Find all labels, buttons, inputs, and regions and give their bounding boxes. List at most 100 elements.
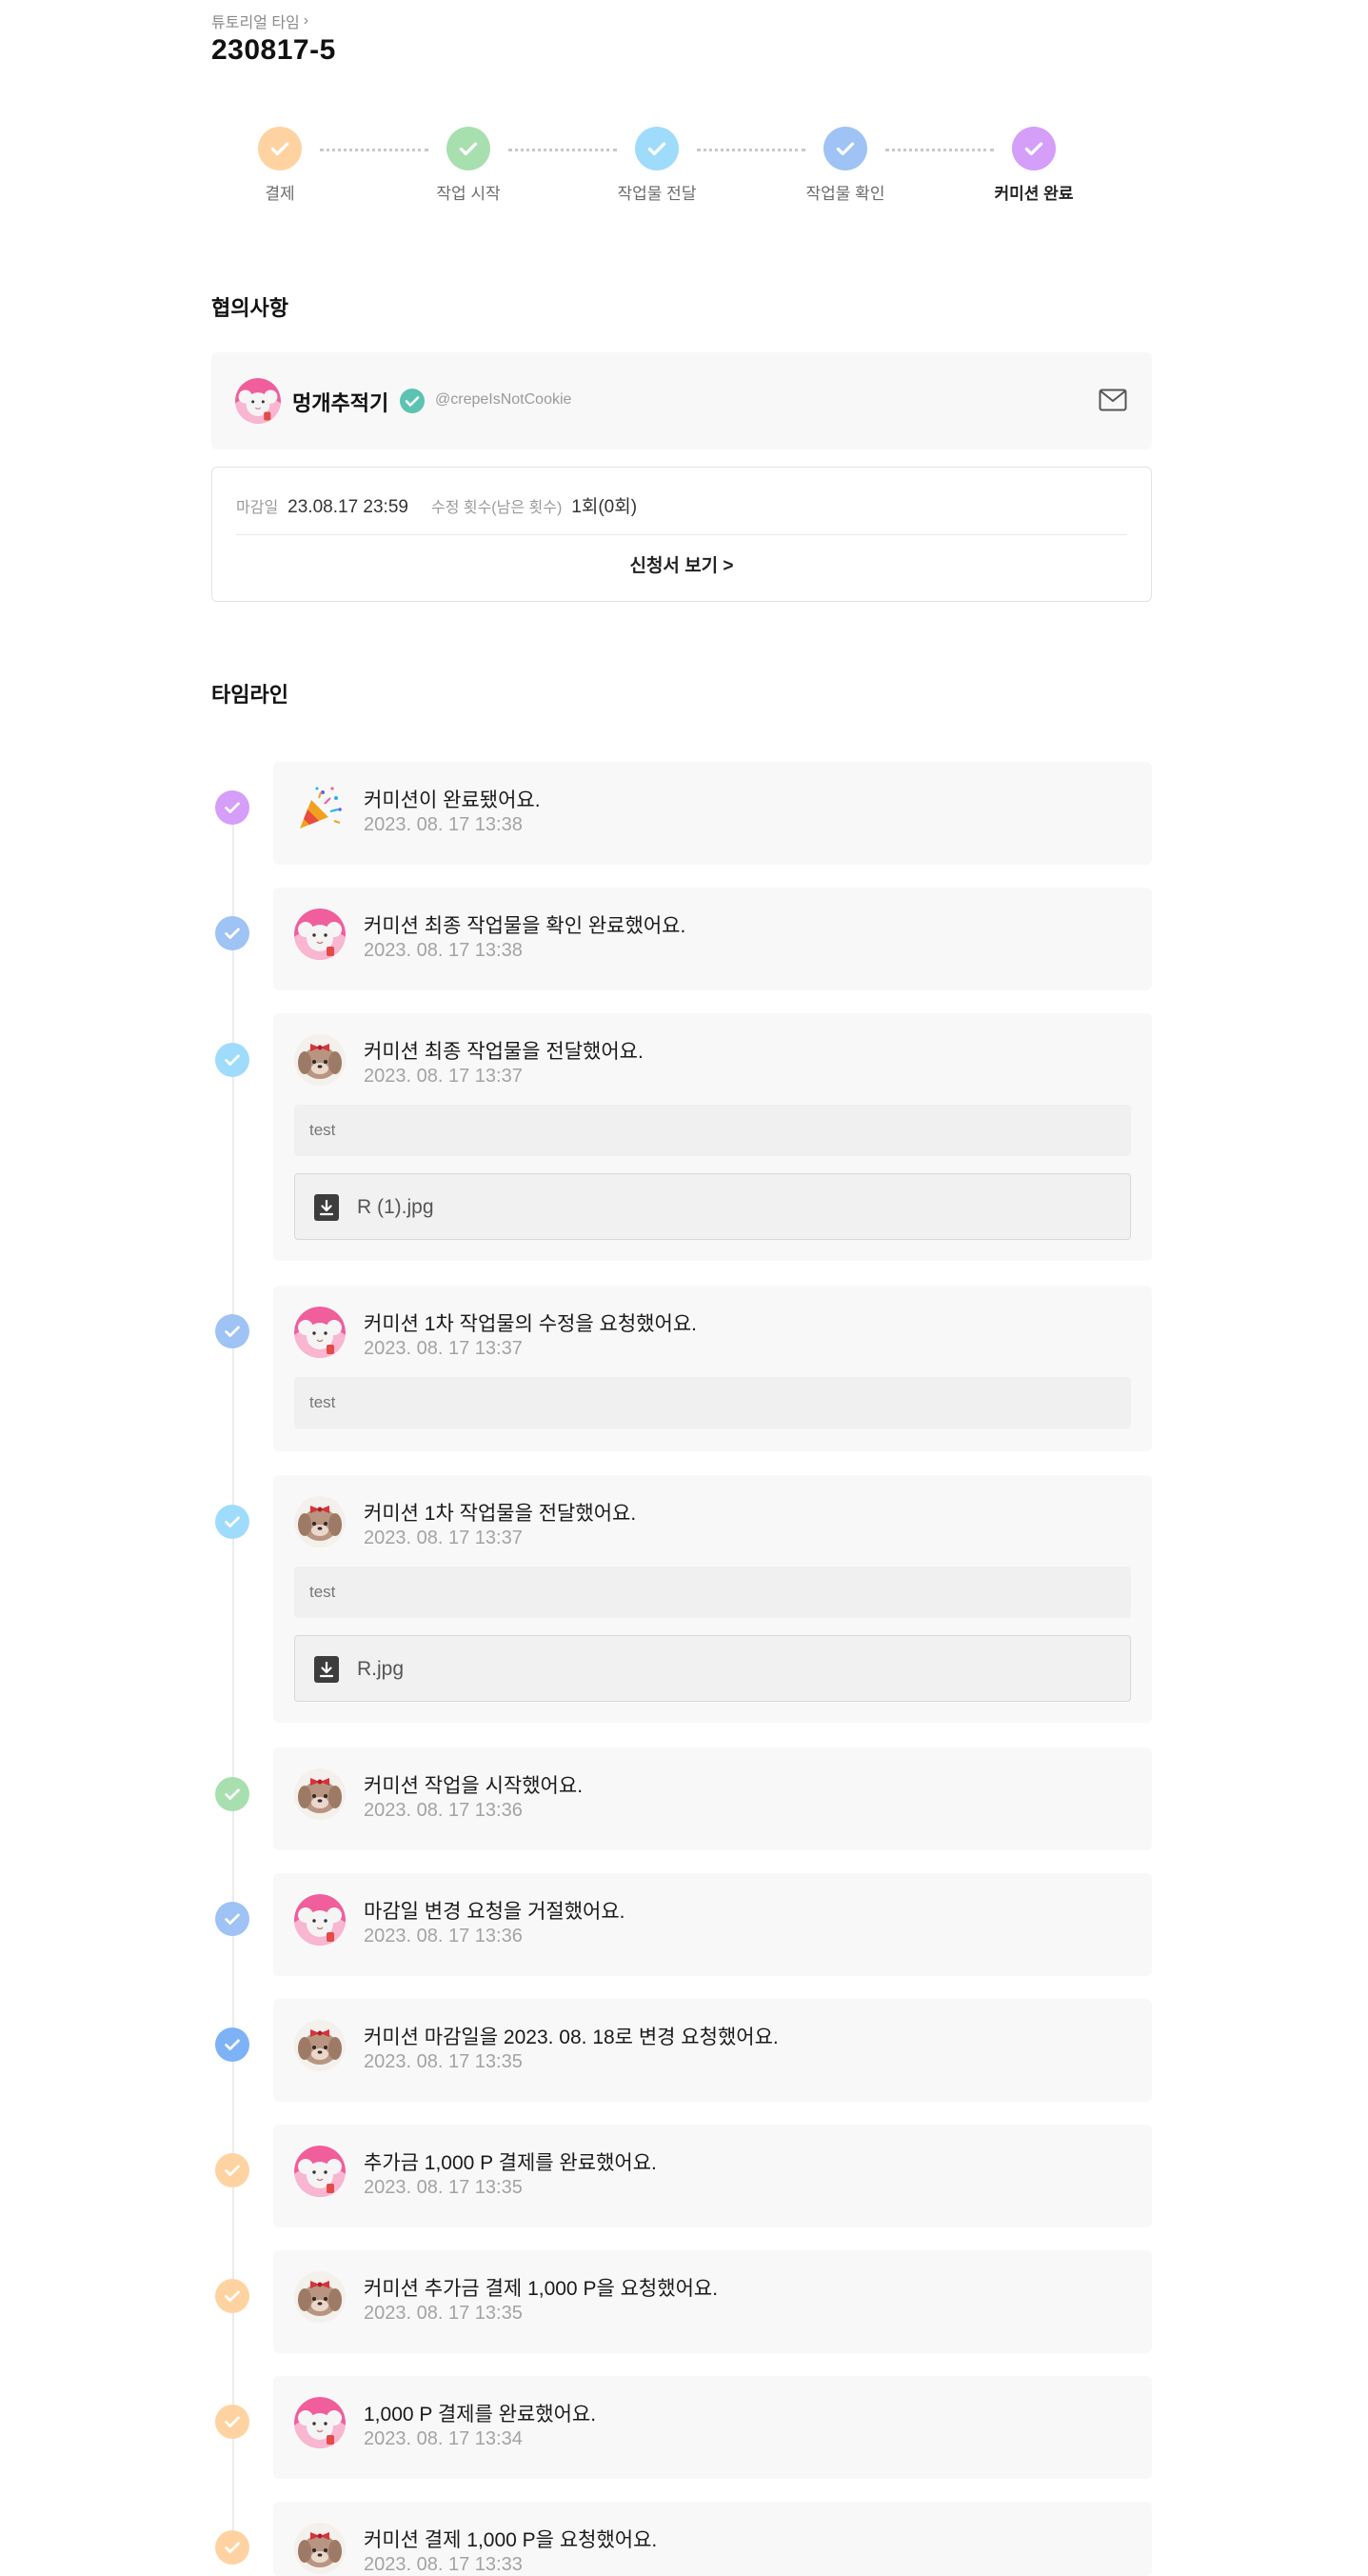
event-title: 1,000 P 결제를 완료했어요. bbox=[364, 2404, 597, 2426]
artist-avatar bbox=[294, 2523, 346, 2574]
event-title: 커미션 작업을 시작했어요. bbox=[364, 1775, 584, 1797]
timeline-event: 커미션 추가금 결제 1,000 P을 요청했어요. 2023. 08. 17 … bbox=[273, 2250, 1152, 2353]
party-popper-icon bbox=[294, 783, 346, 834]
artist-card: 멍개추적기 @crepeIsNotCookie bbox=[211, 352, 1152, 449]
view-application-link[interactable]: 신청서 보기 > bbox=[212, 551, 1151, 577]
deadline-key: 마감일 bbox=[236, 500, 279, 516]
event-time: 2023. 08. 17 13:35 bbox=[364, 2177, 523, 2198]
event-title: 커미션 마감일을 2023. 08. 18로 변경 요청했어요. bbox=[364, 2027, 779, 2048]
step-label: 작업 시작 bbox=[436, 185, 501, 203]
client-avatar bbox=[294, 909, 346, 960]
step-label: 커미션 완료 bbox=[994, 185, 1074, 203]
artist-avatar bbox=[294, 1496, 346, 1548]
timeline-event: 커미션 최종 작업물을 전달했어요. 2023. 08. 17 13:37 te… bbox=[273, 1013, 1152, 1261]
event-time: 2023. 08. 17 13:35 bbox=[364, 2051, 523, 2072]
page-title: 230817-5 bbox=[211, 34, 336, 66]
timeline-check-icon bbox=[215, 1902, 249, 1936]
event-time: 2023. 08. 17 13:35 bbox=[364, 2303, 523, 2324]
event-title: 마감일 변경 요청을 거절했어요. bbox=[364, 1901, 625, 1923]
client-avatar bbox=[294, 2397, 346, 2448]
timeline-event: 커미션 1차 작업물을 전달했어요. 2023. 08. 17 13:37 te… bbox=[273, 1475, 1152, 1723]
event-note: test bbox=[294, 1567, 1131, 1618]
event-time: 2023. 08. 17 13:34 bbox=[364, 2428, 523, 2449]
timeline-check-icon bbox=[215, 2153, 249, 2187]
agreement-info-card: 마감일 23.08.17 23:59 수정 횟수(남은 횟수) 1회(0회) 신… bbox=[211, 467, 1152, 602]
file-name: R.jpg bbox=[357, 1658, 405, 1680]
check-badge-icon bbox=[400, 389, 425, 413]
timeline-check-icon bbox=[215, 790, 249, 825]
step-delivery: 작업물 전달 bbox=[600, 127, 714, 204]
file-attachment[interactable]: R (1).jpg bbox=[294, 1173, 1131, 1240]
step-label: 작업물 확인 bbox=[805, 185, 885, 203]
timeline-check-icon bbox=[215, 916, 249, 950]
event-title: 커미션이 완료됐어요. bbox=[364, 789, 541, 811]
event-time: 2023. 08. 17 13:36 bbox=[364, 1800, 523, 1821]
download-icon bbox=[314, 1194, 339, 1221]
artist-avatar bbox=[294, 2020, 346, 2071]
mail-icon[interactable] bbox=[1099, 389, 1127, 411]
timeline-check-icon bbox=[215, 2279, 249, 2313]
timeline-event: 1,000 P 결제를 완료했어요. 2023. 08. 17 13:34 bbox=[273, 2376, 1152, 2479]
step-check-icon bbox=[635, 127, 679, 170]
step-complete: 커미션 완료 bbox=[977, 127, 1091, 204]
event-title: 추가금 1,000 P 결제를 완료했어요. bbox=[364, 2152, 657, 2174]
timeline-section-title: 타임라인 bbox=[211, 683, 288, 707]
breadcrumb[interactable]: 튜토리얼 타임 › bbox=[211, 10, 308, 32]
revisions-value: 1회(0회) bbox=[571, 497, 638, 517]
download-icon bbox=[314, 1656, 339, 1683]
step-check-icon bbox=[823, 127, 867, 170]
file-name: R (1).jpg bbox=[357, 1196, 434, 1218]
divider bbox=[236, 534, 1127, 535]
timeline-event: 커미션이 완료됐어요. 2023. 08. 17 13:38 bbox=[273, 762, 1152, 865]
step-label: 결제 bbox=[265, 185, 295, 203]
event-title: 커미션 1차 작업물의 수정을 요청했어요. bbox=[364, 1313, 697, 1335]
event-time: 2023. 08. 17 13:37 bbox=[364, 1338, 523, 1359]
step-review: 작업물 확인 bbox=[788, 127, 902, 204]
client-avatar bbox=[294, 2146, 346, 2197]
artist-handle: @crepeIsNotCookie bbox=[435, 391, 572, 408]
timeline-event: 마감일 변경 요청을 거절했어요. 2023. 08. 17 13:36 bbox=[273, 1873, 1152, 1976]
timeline-check-icon bbox=[215, 2027, 249, 2062]
event-time: 2023. 08. 17 13:36 bbox=[364, 1926, 523, 1947]
event-time: 2023. 08. 17 13:38 bbox=[364, 814, 523, 835]
step-check-icon bbox=[258, 127, 302, 170]
event-title: 커미션 결제 1,000 P을 요청했어요. bbox=[364, 2529, 658, 2551]
agreement-section-title: 협의사항 bbox=[211, 296, 288, 320]
timeline-event: 커미션 결제 1,000 P을 요청했어요. 2023. 08. 17 13:3… bbox=[273, 2502, 1152, 2576]
step-label: 작업물 전달 bbox=[617, 185, 697, 203]
artist-avatar bbox=[294, 2271, 346, 2323]
timeline-event: 추가금 1,000 P 결제를 완료했어요. 2023. 08. 17 13:3… bbox=[273, 2125, 1152, 2227]
step-work-start: 작업 시작 bbox=[411, 127, 525, 204]
artist-name[interactable]: 멍개추적기 bbox=[292, 387, 388, 417]
step-check-icon bbox=[1012, 127, 1056, 170]
step-check-icon bbox=[446, 127, 490, 170]
file-attachment[interactable]: R.jpg bbox=[294, 1635, 1131, 1702]
event-time: 2023. 08. 17 13:38 bbox=[364, 940, 523, 961]
artist-avatar bbox=[294, 1034, 346, 1086]
event-note: test bbox=[294, 1377, 1131, 1428]
revisions-key: 수정 횟수(남은 횟수) bbox=[430, 500, 563, 516]
event-time: 2023. 08. 17 13:33 bbox=[364, 2554, 523, 2575]
chevron-right-icon: › bbox=[303, 12, 309, 29]
deadline-value: 23.08.17 23:59 bbox=[287, 497, 408, 517]
event-title: 커미션 1차 작업물을 전달했어요. bbox=[364, 1503, 637, 1525]
agreement-info-row: 마감일 23.08.17 23:59 수정 횟수(남은 횟수) 1회(0회) bbox=[236, 492, 650, 518]
artist-avatar bbox=[294, 1768, 346, 1820]
event-title: 커미션 최종 작업물을 전달했어요. bbox=[364, 1041, 644, 1063]
progress-stepper: 결제 작업 시작 작업물 전달 작업물 확인 커미션 완료 bbox=[258, 127, 1078, 204]
event-title: 커미션 최종 작업물을 확인 완료했어요. bbox=[364, 915, 686, 937]
timeline-check-icon bbox=[215, 2530, 249, 2565]
breadcrumb-label: 튜토리얼 타임 bbox=[211, 15, 300, 31]
timeline-check-icon bbox=[215, 1314, 249, 1348]
timeline-check-icon bbox=[215, 2405, 249, 2439]
event-time: 2023. 08. 17 13:37 bbox=[364, 1528, 523, 1548]
timeline-check-icon bbox=[215, 1777, 249, 1811]
client-avatar bbox=[294, 1307, 346, 1358]
timeline-check-icon bbox=[215, 1505, 249, 1539]
timeline-event: 커미션 작업을 시작했어요. 2023. 08. 17 13:36 bbox=[273, 1747, 1152, 1850]
artist-avatar[interactable] bbox=[235, 378, 281, 424]
step-payment: 결제 bbox=[223, 127, 337, 204]
timeline-event: 커미션 마감일을 2023. 08. 18로 변경 요청했어요. 2023. 0… bbox=[273, 1999, 1152, 2102]
client-avatar bbox=[294, 1894, 346, 1946]
event-note: test bbox=[294, 1105, 1131, 1156]
